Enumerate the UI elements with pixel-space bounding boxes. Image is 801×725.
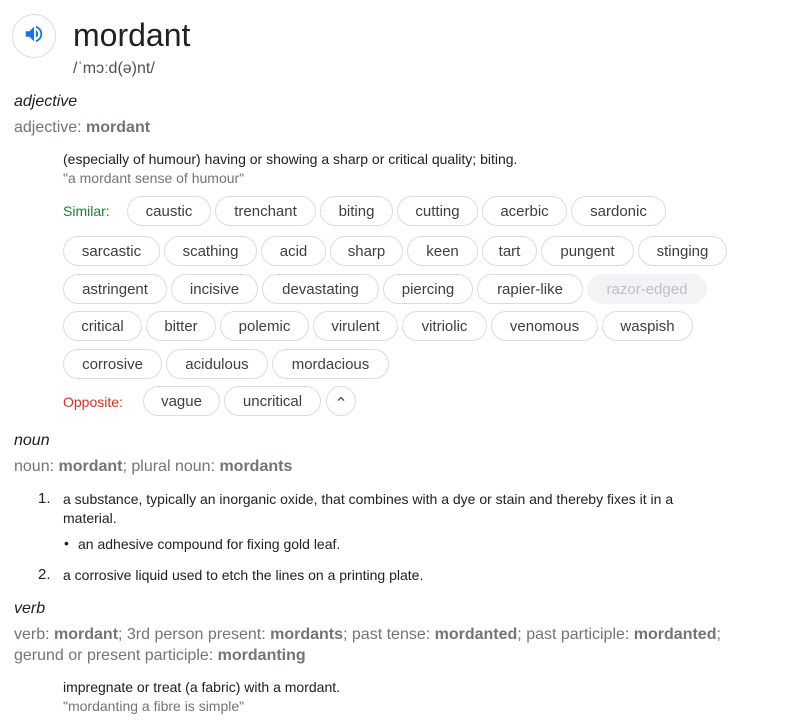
synonym-chip[interactable]: vitriolic <box>402 311 487 341</box>
synonym-chip[interactable]: piercing <box>383 274 473 304</box>
verb-forms: verb: mordant; 3rd person present: morda… <box>14 626 721 643</box>
synonym-chip[interactable]: sarcastic <box>63 236 160 266</box>
synonym-chip[interactable]: cutting <box>397 196 478 226</box>
phonetic: /ˈmɔːd(ə)nt/ <box>73 60 155 77</box>
synonym-chip[interactable]: stinging <box>638 236 727 266</box>
sense-number: 1. <box>38 490 51 507</box>
synonym-chip[interactable]: polemic <box>220 311 309 341</box>
volume-icon <box>23 23 45 50</box>
synonym-chip[interactable]: astringent <box>63 274 167 304</box>
synonym-chip-disabled: razor-edged <box>587 274 707 304</box>
adjective-forms: adjective: mordant <box>14 119 151 136</box>
synonym-chip[interactable]: biting <box>320 196 393 226</box>
synonym-chip[interactable]: venomous <box>491 311 598 341</box>
synonym-chip[interactable]: sharp <box>330 236 403 266</box>
synonym-chip[interactable]: devastating <box>262 274 379 304</box>
noun-forms: noun: mordant; plural noun: mordants <box>14 458 293 475</box>
adjective-definition: (especially of humour) having or showing… <box>63 151 518 167</box>
synonym-chip[interactable]: mordacious <box>272 349 389 379</box>
headword: mordant <box>73 17 191 53</box>
bullet-dot: • <box>64 535 69 551</box>
chevron-up-icon <box>334 392 348 411</box>
synonym-chip[interactable]: sardonic <box>571 196 666 226</box>
synonym-chip[interactable]: keen <box>407 236 478 266</box>
synonym-chip[interactable]: scathing <box>164 236 257 266</box>
verb-example: "mordanting a fibre is simple" <box>63 698 245 714</box>
synonym-chip[interactable]: pungent <box>541 236 634 266</box>
synonym-chip[interactable]: incisive <box>171 274 258 304</box>
noun-definition-1: a substance, typically an inorganic oxid… <box>63 491 674 507</box>
synonym-chip[interactable]: acid <box>261 236 326 266</box>
similar-label: Similar: <box>63 203 110 219</box>
synonym-chip[interactable]: rapier-like <box>477 274 583 304</box>
synonym-chip[interactable]: tart <box>482 236 537 266</box>
synonym-chip[interactable]: acidulous <box>166 349 268 379</box>
adjective-example: "a mordant sense of humour" <box>63 170 245 186</box>
collapse-button[interactable] <box>326 386 356 416</box>
verb-forms-cont: gerund or present participle: mordanting <box>14 647 306 664</box>
synonym-chip[interactable]: corrosive <box>63 349 162 379</box>
opposite-label: Opposite: <box>63 394 123 410</box>
synonym-chip[interactable]: caustic <box>127 196 211 226</box>
noun-subsense: an adhesive compound for fixing gold lea… <box>78 536 341 552</box>
sense-number: 2. <box>38 566 51 583</box>
verb-definition: impregnate or treat (a fabric) with a mo… <box>63 679 341 695</box>
pos-verb: verb <box>14 600 46 617</box>
noun-definition-2: a corrosive liquid used to etch the line… <box>63 567 424 583</box>
pos-adjective: adjective <box>14 93 78 110</box>
noun-definition-1-cont: material. <box>63 510 117 526</box>
antonym-chip[interactable]: uncritical <box>224 386 321 416</box>
synonym-chip[interactable]: critical <box>63 311 142 341</box>
synonym-chip[interactable]: trenchant <box>215 196 316 226</box>
synonym-chip[interactable]: bitter <box>146 311 216 341</box>
synonym-chip[interactable]: virulent <box>313 311 398 341</box>
synonym-chip[interactable]: waspish <box>602 311 693 341</box>
antonym-chip[interactable]: vague <box>143 386 220 416</box>
pronunciation-speaker-button[interactable] <box>12 14 56 58</box>
pos-noun: noun <box>14 432 50 449</box>
synonym-chip[interactable]: acerbic <box>482 196 567 226</box>
